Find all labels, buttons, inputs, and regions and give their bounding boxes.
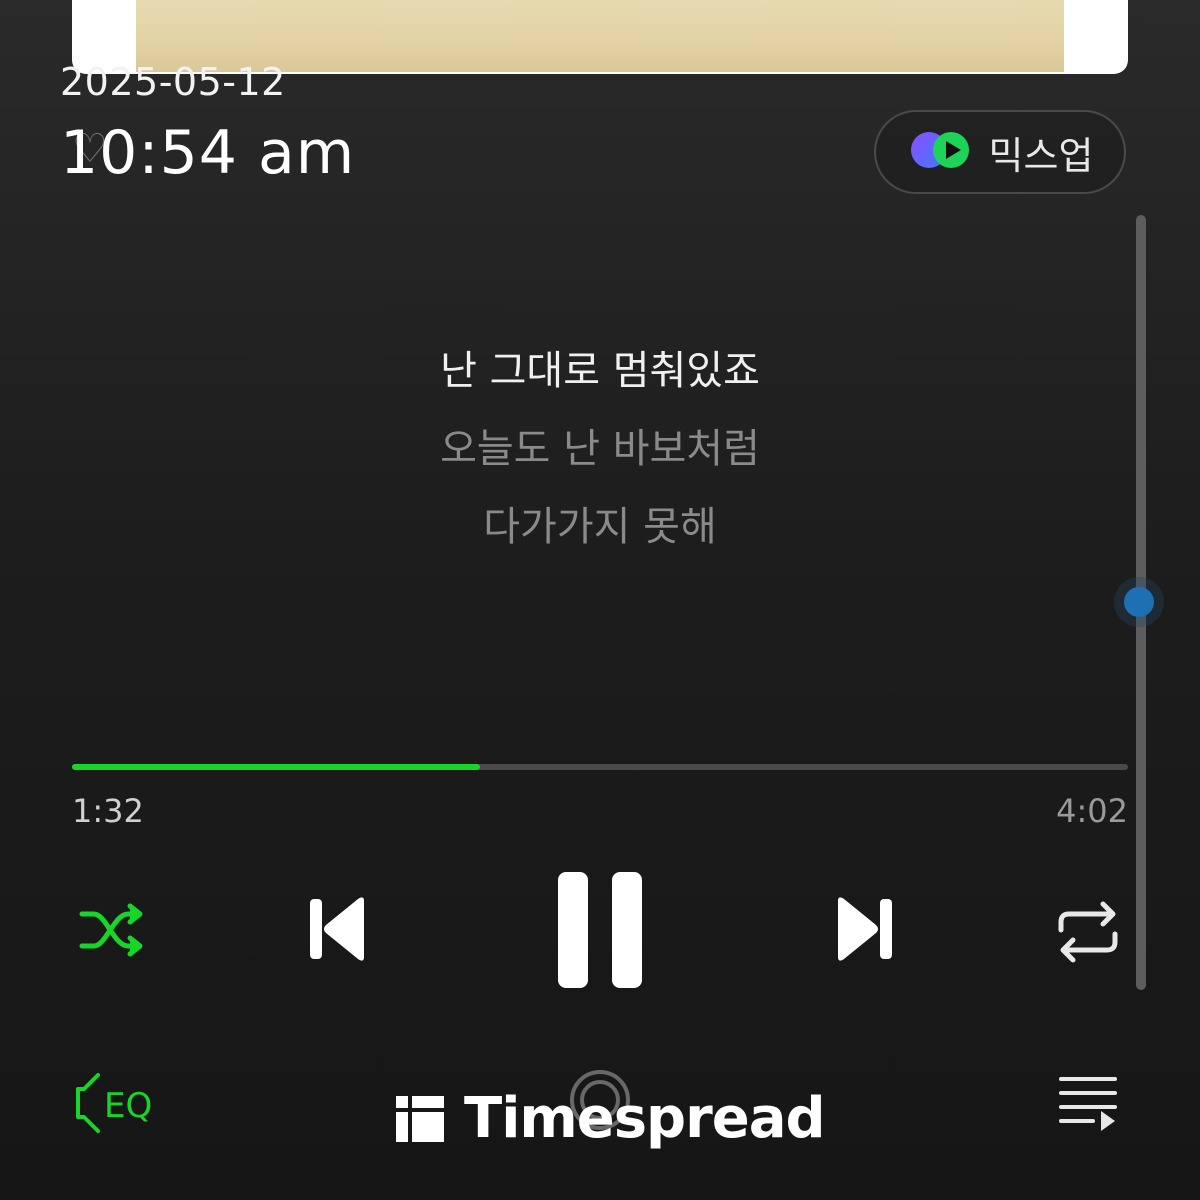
skip-previous-icon (310, 897, 364, 961)
pause-button[interactable] (540, 860, 660, 1000)
mixup-button[interactable]: 믹스업 (874, 110, 1126, 194)
timespread-watermark: Timespread (396, 1086, 826, 1151)
total-time: 4:02 (1056, 792, 1128, 830)
skip-next-icon (838, 897, 892, 961)
previous-track-button[interactable] (290, 884, 380, 974)
repeat-button[interactable] (1046, 890, 1130, 974)
equalizer-button[interactable]: EQ (70, 1068, 160, 1138)
timestamp-date: 2025-05-12 (60, 60, 286, 104)
timespread-logo-icon (396, 1095, 444, 1142)
next-track-button[interactable] (822, 884, 912, 974)
seek-bar-progress (72, 764, 480, 770)
mixup-label: 믹스업 (988, 133, 1094, 178)
lyric-line-current[interactable]: 난 그대로 멈춰있죠 (0, 338, 1200, 396)
playlist-queue-button[interactable] (1052, 1070, 1124, 1134)
shuffle-button[interactable] (70, 890, 154, 970)
seek-bar[interactable] (72, 764, 1128, 770)
mixup-icon (907, 128, 975, 176)
watermark-text: Timespread (464, 1086, 826, 1151)
pause-icon (558, 872, 642, 988)
repeat-icon (1058, 901, 1118, 963)
eq-speaker-icon: EQ (76, 1073, 152, 1133)
elapsed-time: 1:32 (72, 792, 144, 830)
playlist-icon (1059, 1077, 1117, 1131)
lyric-line-next[interactable]: 오늘도 난 바보처럼 (0, 416, 1200, 474)
lyrics-scrollbar-thumb[interactable] (1124, 587, 1154, 617)
timestamp-time: 10:54 am (60, 118, 356, 188)
svg-text:EQ: EQ (104, 1086, 152, 1126)
lyric-line-next[interactable]: 다가가지 못해 (0, 494, 1200, 552)
shuffle-icon (79, 903, 143, 957)
